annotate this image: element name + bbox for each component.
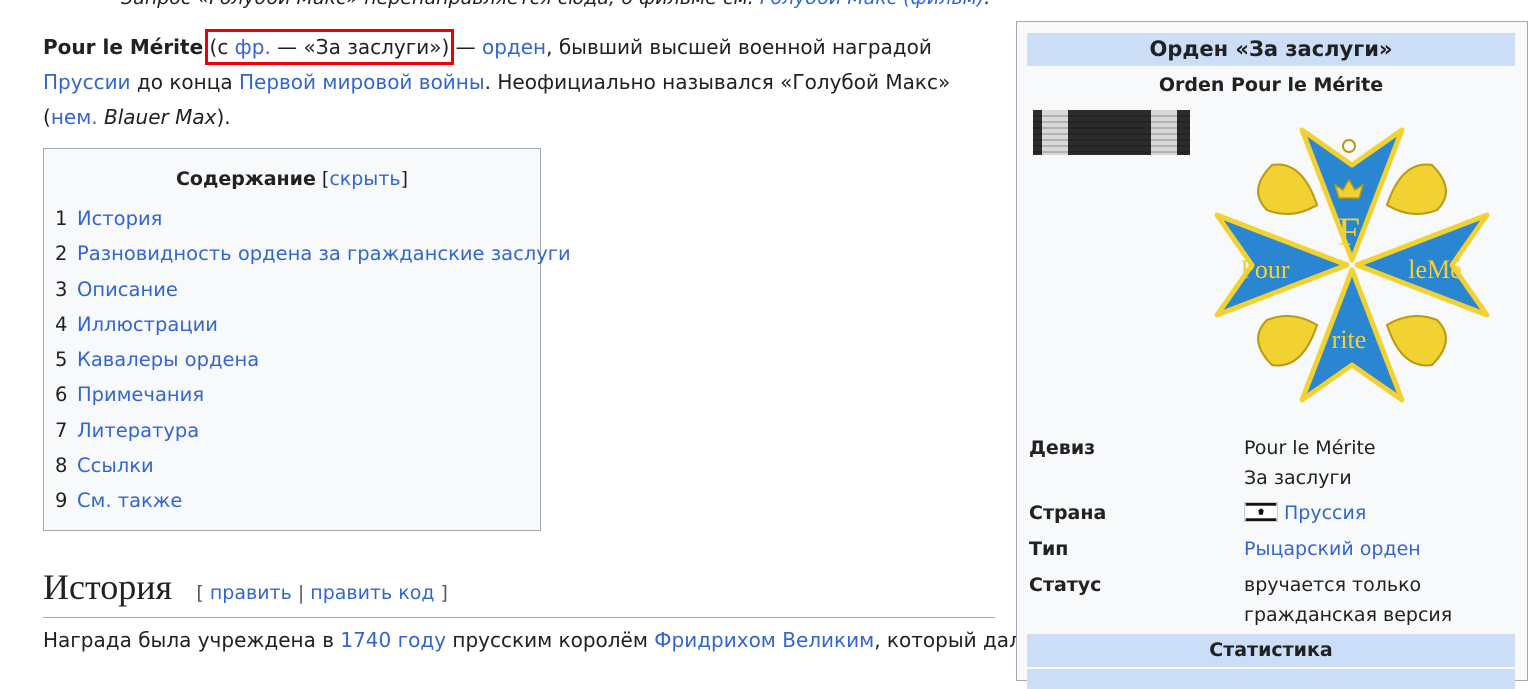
toc-item-number: 7: [55, 418, 68, 442]
toc-item-number: 9: [55, 489, 68, 513]
history-text-2: прусским королём: [446, 628, 655, 652]
infobox-next-row: [1027, 669, 1515, 689]
toc-bracket-open: [: [315, 168, 330, 190]
type-value: Рыцарский орден: [1244, 534, 1421, 564]
toc-item-number: 6: [55, 383, 68, 407]
toc-item-number: 5: [55, 348, 68, 372]
toc-title: Содержание [скрыть]: [44, 165, 540, 193]
table-of-contents: Содержание [скрыть] 1 История 2 Разновиднос…: [43, 148, 571, 531]
toc-item[interactable]: 3 Описание: [55, 272, 540, 307]
edit-link[interactable]: править: [210, 582, 292, 604]
toc-item-link[interactable]: Кавалеры ордена: [77, 348, 259, 371]
prussia-flag-icon[interactable]: [1244, 502, 1278, 522]
toc-bracket-close: ]: [400, 168, 408, 190]
translation-text: — «За заслуги»): [270, 35, 450, 59]
toc-hide-link[interactable]: скрыть: [329, 168, 400, 190]
section-title: История: [43, 567, 173, 607]
toc-item[interactable]: 8 Ссылки: [55, 448, 540, 483]
toc-item-number: 4: [55, 312, 68, 336]
history-text-1: Награда была учреждена в: [43, 628, 341, 652]
infobox-subtitle: Orden Pour le Mérite: [1158, 74, 1384, 96]
hatnote-end: .: [984, 0, 990, 9]
dash: —: [449, 35, 482, 59]
toc-item-link[interactable]: Иллюстрации: [77, 313, 218, 336]
paren-open: (с: [209, 35, 235, 59]
toc-item-link[interactable]: Разновидность ордена за гражданские засл…: [77, 242, 571, 265]
status-label: Статус: [1029, 574, 1102, 596]
status-line-1: вручается только: [1244, 574, 1422, 596]
motto-label: Девиз: [1029, 437, 1096, 459]
infobox-statistics-header: Статистика: [1027, 634, 1515, 667]
order-link[interactable]: орден: [482, 35, 546, 59]
order-cross-image[interactable]: F Pour leMé rite: [1197, 110, 1507, 420]
edit-separator: |: [291, 582, 311, 604]
cross-text-pour: Pour: [1240, 255, 1289, 284]
toc-item-number: 8: [55, 454, 68, 478]
lead-text-2: до конца: [130, 70, 239, 94]
motto-line-2: За заслуги: [1244, 467, 1352, 489]
edit-bracket-close: ]: [434, 582, 448, 604]
type-link[interactable]: Рыцарский орден: [1244, 538, 1421, 560]
toc-heading: Содержание: [175, 168, 316, 190]
edit-bracket-open: [: [196, 582, 210, 604]
highlighted-translation: (с фр. — «За заслуги»): [204, 29, 455, 65]
section-heading-history: История [ править | править код ]: [43, 565, 995, 618]
cross-text-rite: rite: [1332, 325, 1367, 354]
hatnote: Запрос «Голубой Макс» перенаправляется с…: [121, 0, 990, 13]
lead-text-4: ).: [216, 105, 231, 129]
toc-item[interactable]: 5 Кавалеры ордена: [55, 342, 540, 377]
lead-text-1: , бывший высшей военной наградой: [546, 35, 932, 59]
motto-value: Pour le Mérite За заслуги: [1244, 433, 1376, 493]
toc-list: 1 История 2 Разновидность ордена за граждан…: [55, 201, 571, 519]
section-edit-links: [ править | править код ]: [196, 582, 448, 604]
toc-item-link[interactable]: Литература: [77, 419, 199, 442]
toc-item-number: 1: [55, 207, 68, 230]
motto-line-1: Pour le Mérite: [1244, 437, 1376, 459]
country-link[interactable]: Пруссия: [1284, 502, 1366, 524]
french-link[interactable]: фр.: [235, 35, 271, 59]
history-text-3: , который дал: [874, 628, 1022, 652]
toc-item[interactable]: 1 История: [55, 201, 540, 236]
status-line-2: гражданская версия: [1244, 604, 1453, 626]
toc-item[interactable]: 9 См. также: [55, 483, 540, 518]
german-link[interactable]: нем.: [51, 105, 98, 129]
toc-item-link[interactable]: История: [77, 207, 162, 230]
ribbon-image[interactable]: [1033, 110, 1190, 155]
toc-item[interactable]: 6 Примечания: [55, 377, 540, 412]
infobox: Орден «За заслуги» Orden Pour le Mérite: [1016, 21, 1528, 689]
toc-item[interactable]: 2 Разновидность ордена за гражданские зас…: [55, 236, 571, 271]
frederick-link[interactable]: Фридрихом Великим: [654, 628, 874, 652]
toc-item[interactable]: 7 Литература: [55, 413, 540, 448]
hatnote-film-link[interactable]: Голубой Макс (фильм): [760, 0, 984, 9]
year-link[interactable]: 1740 году: [340, 628, 446, 652]
type-label: Тип: [1029, 538, 1069, 560]
toc-item[interactable]: 4 Иллюстрации: [55, 307, 540, 342]
cross-text-leme: leMé: [1408, 255, 1461, 284]
lead-paragraph: Pour le Mérite (с фр. — «За заслуги») — …: [43, 29, 988, 135]
toc-item-link[interactable]: Примечания: [77, 383, 204, 406]
toc-item-link[interactable]: Ссылки: [77, 454, 154, 477]
cross-text-f: F: [1338, 209, 1360, 254]
toc-item-number: 3: [55, 277, 68, 301]
toc-item-link[interactable]: См. также: [77, 489, 182, 512]
toc-item-link[interactable]: Описание: [77, 278, 178, 301]
article-subject: Pour le Mérite: [43, 35, 204, 59]
country-value: Пруссия: [1244, 498, 1366, 528]
hatnote-text: Запрос «Голубой Макс» перенаправляется с…: [121, 0, 760, 9]
infobox-title: Орден «За заслуги»: [1027, 33, 1515, 66]
edit-source-link[interactable]: править код: [310, 582, 434, 604]
ww1-link[interactable]: Первой мировой войны: [239, 70, 485, 94]
status-value: вручается только гражданская версия: [1244, 570, 1452, 630]
country-label: Страна: [1029, 502, 1107, 524]
prussia-link[interactable]: Пруссии: [43, 70, 131, 94]
history-paragraph: Награда была учреждена в 1740 году прусс…: [43, 623, 1022, 658]
blauer-max: Blauer Max: [97, 105, 217, 129]
toc-item-number: 2: [55, 242, 68, 266]
